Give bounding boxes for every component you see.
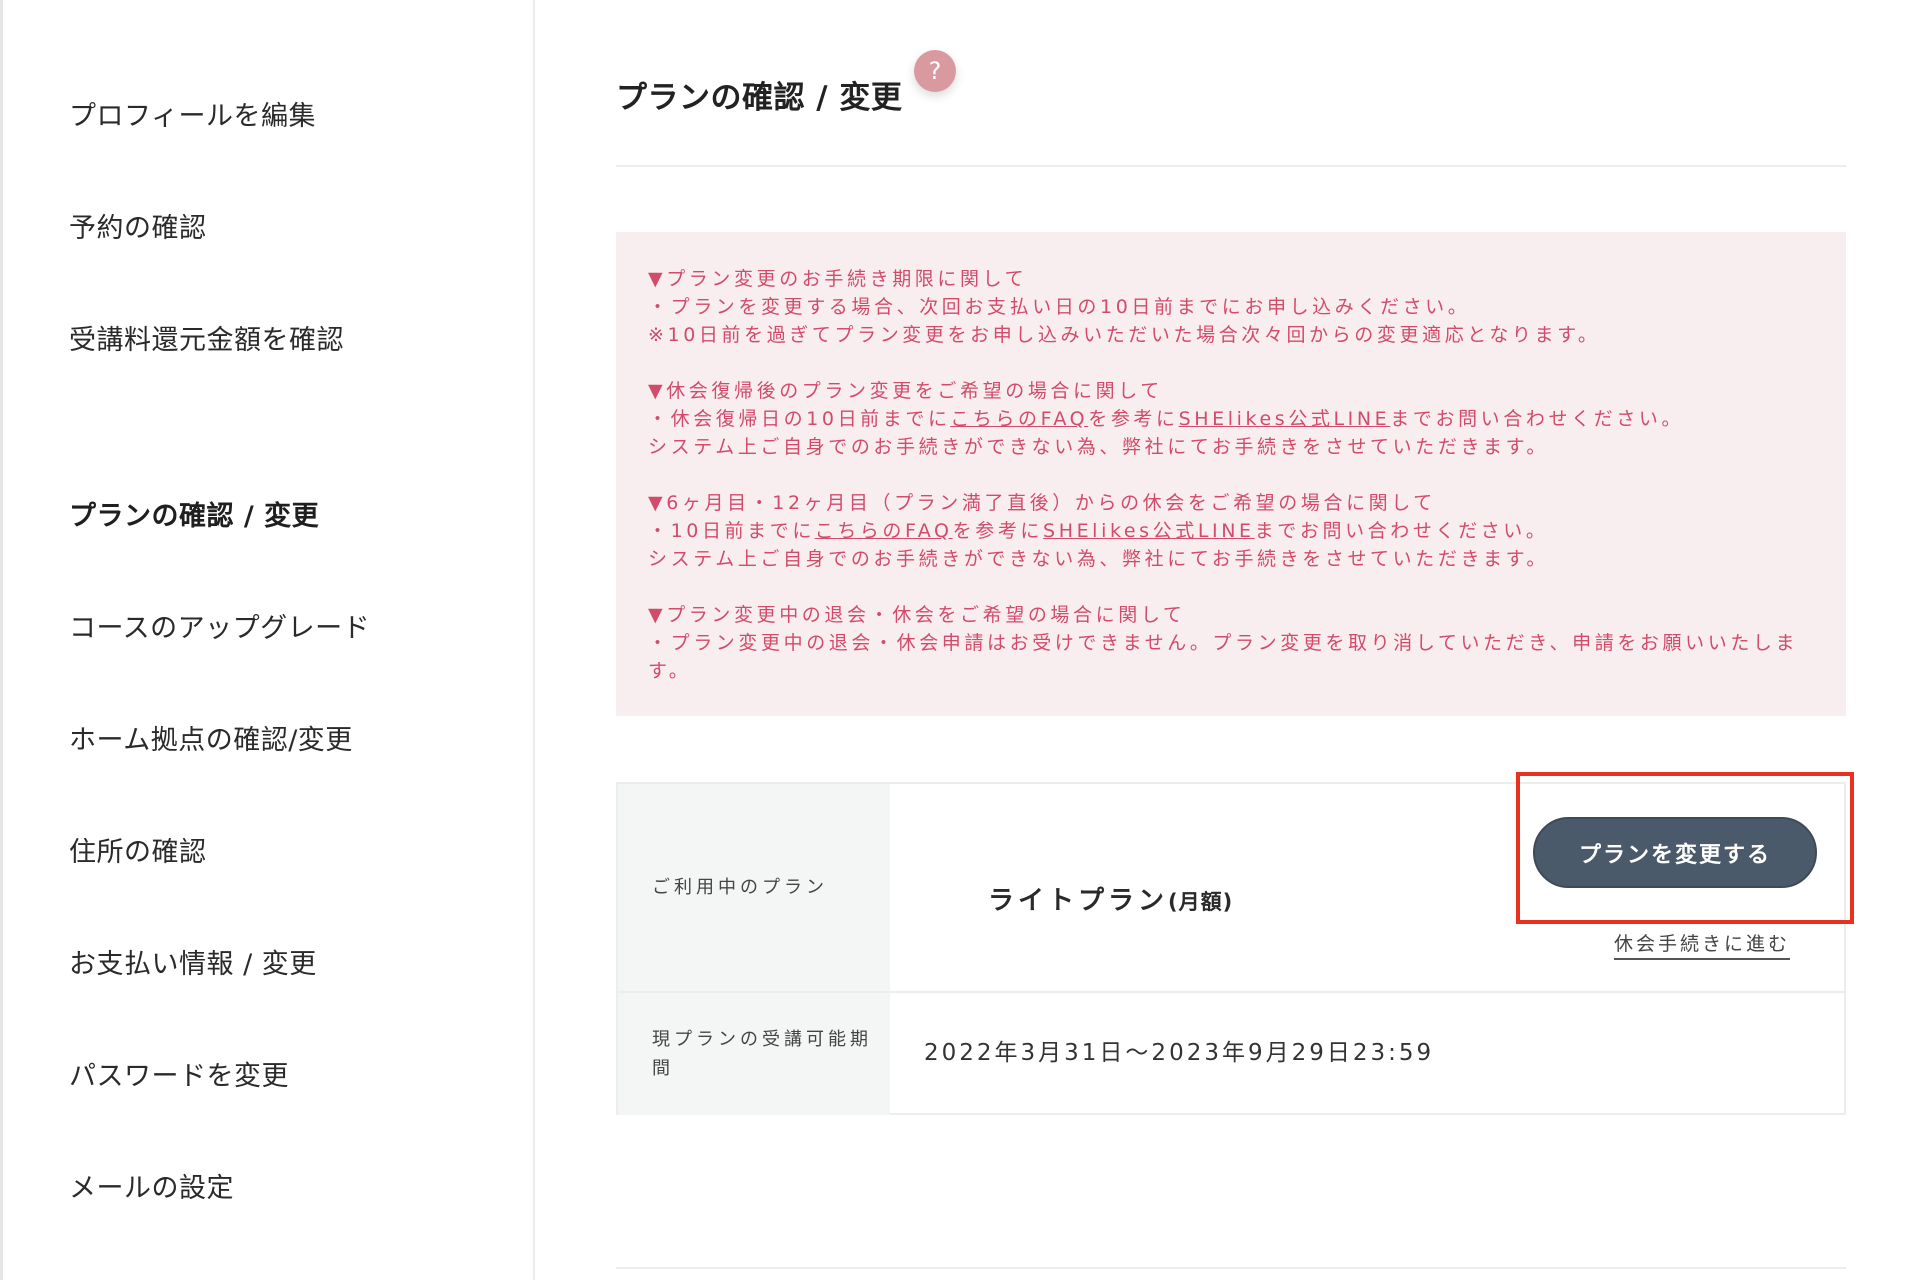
notice-heading: ▼休会復帰後のプラン変更をご希望の場合に関して xyxy=(648,380,1163,402)
line-link[interactable]: SHElikes公式LINE xyxy=(1043,520,1255,542)
table-row-period: 現プランの受講可能期間 2022年3月31日〜2023年9月29日23:59 xyxy=(618,993,1846,1115)
notice-text: システム上ご自身でのお手続きができない為、弊社にてお手続きをさせていただきます。 xyxy=(648,548,1549,570)
notice-text-segment: を参考に xyxy=(1088,408,1179,430)
page-title: プランの確認 / 変更 xyxy=(616,80,903,116)
sidebar-item-tuition-refund[interactable]: 受講料還元金額を確認 xyxy=(69,318,344,357)
plan-table: ご利用中のプラン ライトプラン(月額) プランを変更する 休会手続きに進む 現プ… xyxy=(616,782,1846,1115)
line-link[interactable]: SHElikes公式LINE xyxy=(1179,408,1391,430)
sidebar-item-edit-profile[interactable]: プロフィールを編集 xyxy=(69,94,316,133)
notice-text: ・プランを変更する場合、次回お支払い日の10日前までにお申し込みください。 xyxy=(648,296,1471,318)
notice-text-segment: までお問い合わせください。 xyxy=(1390,408,1685,430)
notice-heading: ▼プラン変更のお手続き期限に関して xyxy=(648,268,1028,290)
notice-text-segment: までお問い合わせください。 xyxy=(1254,520,1549,542)
sidebar: プロフィールを編集 予約の確認 受講料還元金額を確認 プランの確認 / 変更 コ… xyxy=(0,0,535,1280)
notice-text-segment: ・休会復帰日の10日前までに xyxy=(648,408,951,430)
notice-block-after-suspension: ▼休会復帰後のプラン変更をご希望の場合に関して ・休会復帰日の10日前までにこち… xyxy=(648,377,1814,461)
sidebar-item-email-settings[interactable]: メールの設定 xyxy=(69,1166,234,1205)
change-plan-button[interactable]: プランを変更する xyxy=(1533,817,1817,888)
sidebar-item-address[interactable]: 住所の確認 xyxy=(69,830,207,869)
plan-name-text: ライトプラン xyxy=(988,886,1169,916)
main-content: プランの確認 / 変更 ? ▼プラン変更のお手続き期限に関して ・プランを変更す… xyxy=(616,0,1846,1280)
page: プロフィールを編集 予約の確認 受講料還元金額を確認 プランの確認 / 変更 コ… xyxy=(0,0,1920,1280)
table-row-current-plan: ご利用中のプラン ライトプラン(月額) プランを変更する 休会手続きに進む xyxy=(618,784,1846,993)
notice-text: ・休会復帰日の10日前までにこちらのFAQを参考にSHElikes公式LINEま… xyxy=(648,405,1814,433)
period-cell: 2022年3月31日〜2023年9月29日23:59 xyxy=(890,993,1846,1115)
divider xyxy=(616,165,1846,167)
faq-link[interactable]: こちらのFAQ xyxy=(950,408,1088,430)
notice-block-deadline: ▼プラン変更のお手続き期限に関して ・プランを変更する場合、次回お支払い日の10… xyxy=(648,265,1814,349)
notice-text: ・プラン変更中の退会・休会申請はお受けできません。プラン変更を取り消していただき… xyxy=(648,632,1799,682)
notice-text-segment: を参考に xyxy=(952,520,1044,542)
current-plan-cell: ライトプラン(月額) プランを変更する 休会手続きに進む xyxy=(890,784,1846,991)
notice-block-withdrawal: ▼プラン変更中の退会・休会をご希望の場合に関して ・プラン変更中の退会・休会申請… xyxy=(648,601,1814,685)
sidebar-item-reservations[interactable]: 予約の確認 xyxy=(69,206,207,245)
period-value: 2022年3月31日〜2023年9月29日23:59 xyxy=(924,1040,1435,1066)
current-plan-name: ライトプラン(月額) xyxy=(988,880,1233,917)
current-plan-label: ご利用中のプラン xyxy=(618,784,890,991)
plan-name-suffix: (月額) xyxy=(1168,890,1234,914)
sidebar-item-password[interactable]: パスワードを変更 xyxy=(69,1054,289,1093)
notice-text: ※10日前を過ぎてプラン変更をお申し込みいただいた場合次々回からの変更適応となり… xyxy=(648,324,1601,346)
notice-block-6-12-months: ▼6ヶ月目・12ヶ月目（プラン満了直後）からの休会をご希望の場合に関して ・10… xyxy=(648,489,1814,573)
sidebar-item-home-base[interactable]: ホーム拠点の確認/変更 xyxy=(69,718,353,757)
faq-link[interactable]: こちらのFAQ xyxy=(815,520,953,542)
sidebar-item-payment[interactable]: お支払い情報 / 変更 xyxy=(69,942,317,981)
sidebar-item-plan[interactable]: プランの確認 / 変更 xyxy=(69,494,319,533)
title-row: プランの確認 / 変更 ? xyxy=(616,50,956,122)
notice-heading: ▼プラン変更中の退会・休会をご希望の場合に関して xyxy=(648,604,1186,626)
suspend-procedure-link[interactable]: 休会手続きに進む xyxy=(1614,929,1791,960)
notice-text-segment: ・10日前までに xyxy=(648,520,815,542)
notice-heading: ▼6ヶ月目・12ヶ月目（プラン満了直後）からの休会をご希望の場合に関して xyxy=(648,492,1436,514)
notice-box: ▼プラン変更のお手続き期限に関して ・プランを変更する場合、次回お支払い日の10… xyxy=(616,232,1846,716)
sidebar-item-course-upgrade[interactable]: コースのアップグレード xyxy=(69,606,370,645)
notice-text: システム上ご自身でのお手続きができない為、弊社にてお手続きをさせていただきます。 xyxy=(648,436,1549,458)
help-icon[interactable]: ? xyxy=(914,50,956,92)
notice-text: ・10日前までにこちらのFAQを参考にSHElikes公式LINEまでお問い合わ… xyxy=(648,517,1814,545)
divider xyxy=(616,1267,1846,1269)
period-label: 現プランの受講可能期間 xyxy=(618,993,890,1115)
